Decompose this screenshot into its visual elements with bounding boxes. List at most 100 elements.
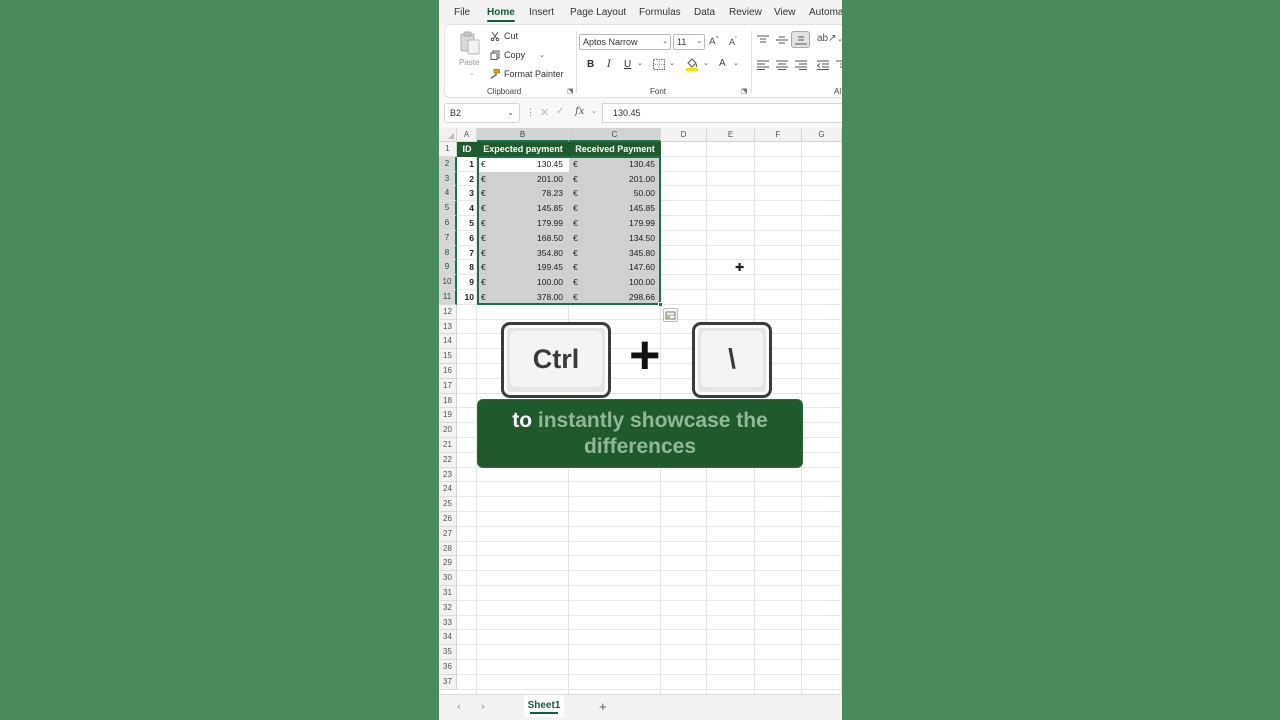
received-payment-cell[interactable]: €50.00 (569, 186, 661, 202)
id-cell[interactable]: 1 (457, 157, 477, 172)
bold-button[interactable]: B (587, 59, 594, 70)
expected-payment-cell[interactable]: €145.85 (477, 201, 569, 216)
row-header[interactable]: 3 (439, 171, 457, 187)
row-header[interactable]: 19 (439, 408, 457, 424)
row-header[interactable]: 22 (439, 452, 457, 468)
row-header[interactable]: 6 (439, 216, 457, 231)
row-header[interactable]: 31 (439, 586, 457, 601)
row-header[interactable]: 11 (439, 290, 457, 305)
italic-button[interactable]: I (607, 59, 611, 70)
row-header[interactable]: 13 (439, 319, 457, 335)
align-center-icon[interactable] (776, 60, 788, 70)
row-header[interactable]: 4 (439, 186, 457, 202)
row-header[interactable]: 23 (439, 467, 457, 483)
received-payment-cell[interactable]: €179.99 (569, 216, 661, 231)
row-header[interactable]: 34 (439, 630, 457, 646)
received-payment-cell[interactable]: €201.00 (569, 171, 661, 187)
column-header-f[interactable]: F (755, 128, 802, 142)
table-header-cell[interactable]: Expected payment (477, 142, 569, 157)
orientation-dropdown-icon[interactable]: ⌄ (837, 35, 842, 43)
column-header-g[interactable]: G (802, 128, 842, 142)
expected-payment-cell[interactable]: €378.00 (477, 290, 569, 305)
row-header[interactable]: 25 (439, 497, 457, 512)
quick-analysis-icon[interactable] (663, 308, 678, 322)
tab-data[interactable]: Data (694, 7, 715, 18)
fill-color-dropdown-icon[interactable]: ⌄ (703, 59, 709, 67)
tab-home[interactable]: Home (487, 7, 515, 18)
name-box[interactable]: B2 ⌄ (444, 103, 520, 123)
received-payment-cell[interactable]: €134.50 (569, 230, 661, 246)
paste-icon[interactable] (459, 31, 481, 55)
column-header-c[interactable]: C (569, 128, 661, 142)
id-cell[interactable]: 8 (457, 260, 477, 275)
id-cell[interactable]: 7 (457, 246, 477, 261)
align-bottom-button[interactable] (791, 31, 810, 48)
expected-payment-cell[interactable]: €100.00 (477, 275, 569, 290)
row-header[interactable]: 8 (439, 245, 457, 261)
tab-page-layout[interactable]: Page Layout (570, 7, 626, 18)
paste-dropdown-icon[interactable]: ⌄ (469, 69, 475, 77)
expected-payment-cell[interactable]: €354.80 (477, 245, 569, 261)
row-header[interactable]: 12 (439, 304, 457, 320)
row-header[interactable]: 2 (439, 156, 457, 172)
expected-payment-cell[interactable]: €168.50 (477, 230, 569, 246)
row-header[interactable]: 32 (439, 600, 457, 616)
expected-payment-cell[interactable]: €179.99 (477, 216, 569, 231)
column-header-d[interactable]: D (661, 128, 707, 142)
underline-dropdown-icon[interactable]: ⌄ (637, 59, 643, 67)
row-header[interactable]: 36 (439, 660, 457, 675)
received-payment-cell[interactable]: €345.80 (569, 245, 661, 261)
row-header[interactable]: 9 (439, 260, 457, 276)
row-header[interactable]: 15 (439, 349, 457, 364)
id-cell[interactable]: 9 (457, 275, 477, 290)
row-header[interactable]: 33 (439, 615, 457, 631)
id-cell[interactable]: 10 (457, 290, 477, 305)
underline-button[interactable]: U (624, 59, 631, 70)
cancel-entry-icon[interactable]: ✕ (540, 106, 549, 119)
id-cell[interactable]: 5 (457, 216, 477, 231)
row-header[interactable]: 21 (439, 438, 457, 453)
row-header[interactable]: 17 (439, 378, 457, 394)
received-payment-cell[interactable]: €147.60 (569, 260, 661, 276)
column-header-a[interactable]: A (457, 128, 477, 142)
format-painter-button[interactable]: Format Painter (490, 69, 564, 79)
row-header[interactable]: 26 (439, 512, 457, 527)
next-sheet-icon[interactable]: › (481, 701, 485, 713)
clipboard-launcher-icon[interactable]: ⬔ (567, 87, 574, 95)
row-header[interactable]: 18 (439, 393, 457, 409)
font-color-dropdown-icon[interactable]: ⌄ (733, 59, 739, 67)
expected-payment-cell[interactable]: €201.00 (477, 171, 569, 187)
increase-font-size-icon[interactable]: A^ (709, 36, 719, 47)
font-size-select[interactable]: 11 ⌄ (673, 34, 705, 50)
tab-file[interactable]: File (454, 7, 470, 18)
align-top-icon[interactable] (757, 35, 769, 45)
cut-button[interactable]: Cut (490, 31, 518, 41)
copy-button[interactable]: Copy ⌄ (490, 50, 545, 60)
select-all-corner[interactable] (439, 128, 457, 142)
row-header[interactable]: 16 (439, 364, 457, 379)
row-header[interactable]: 29 (439, 556, 457, 572)
id-cell[interactable]: 2 (457, 172, 477, 187)
id-cell[interactable]: 6 (457, 231, 477, 246)
row-header[interactable]: 7 (439, 230, 457, 246)
id-cell[interactable]: 4 (457, 201, 477, 216)
row-header[interactable]: 37 (439, 674, 457, 690)
expected-payment-cell[interactable]: €78.23 (477, 186, 569, 202)
table-header-cell[interactable]: ID (457, 142, 477, 157)
received-payment-cell[interactable]: €100.00 (569, 275, 661, 290)
font-launcher-icon[interactable]: ⬔ (741, 87, 748, 95)
sheet-tab-sheet1[interactable]: Sheet1 (524, 695, 564, 717)
more-options-icon[interactable]: ⋮ (526, 107, 535, 118)
chevron-down-icon[interactable]: ⌄ (591, 107, 597, 115)
fill-color-icon[interactable] (685, 57, 699, 71)
orientation-icon[interactable]: ab↗ (817, 33, 837, 44)
add-sheet-button[interactable]: + (599, 699, 607, 714)
align-right-icon[interactable] (795, 60, 807, 70)
id-cell[interactable]: 3 (457, 186, 477, 201)
font-name-select[interactable]: Aptos Narrow ⌄ (579, 34, 671, 50)
row-header[interactable]: 28 (439, 541, 457, 557)
confirm-entry-icon[interactable]: ✓ (556, 106, 564, 117)
column-header-e[interactable]: E (707, 128, 755, 142)
borders-icon[interactable] (653, 59, 665, 70)
expected-payment-cell[interactable]: €130.45 (477, 156, 569, 172)
